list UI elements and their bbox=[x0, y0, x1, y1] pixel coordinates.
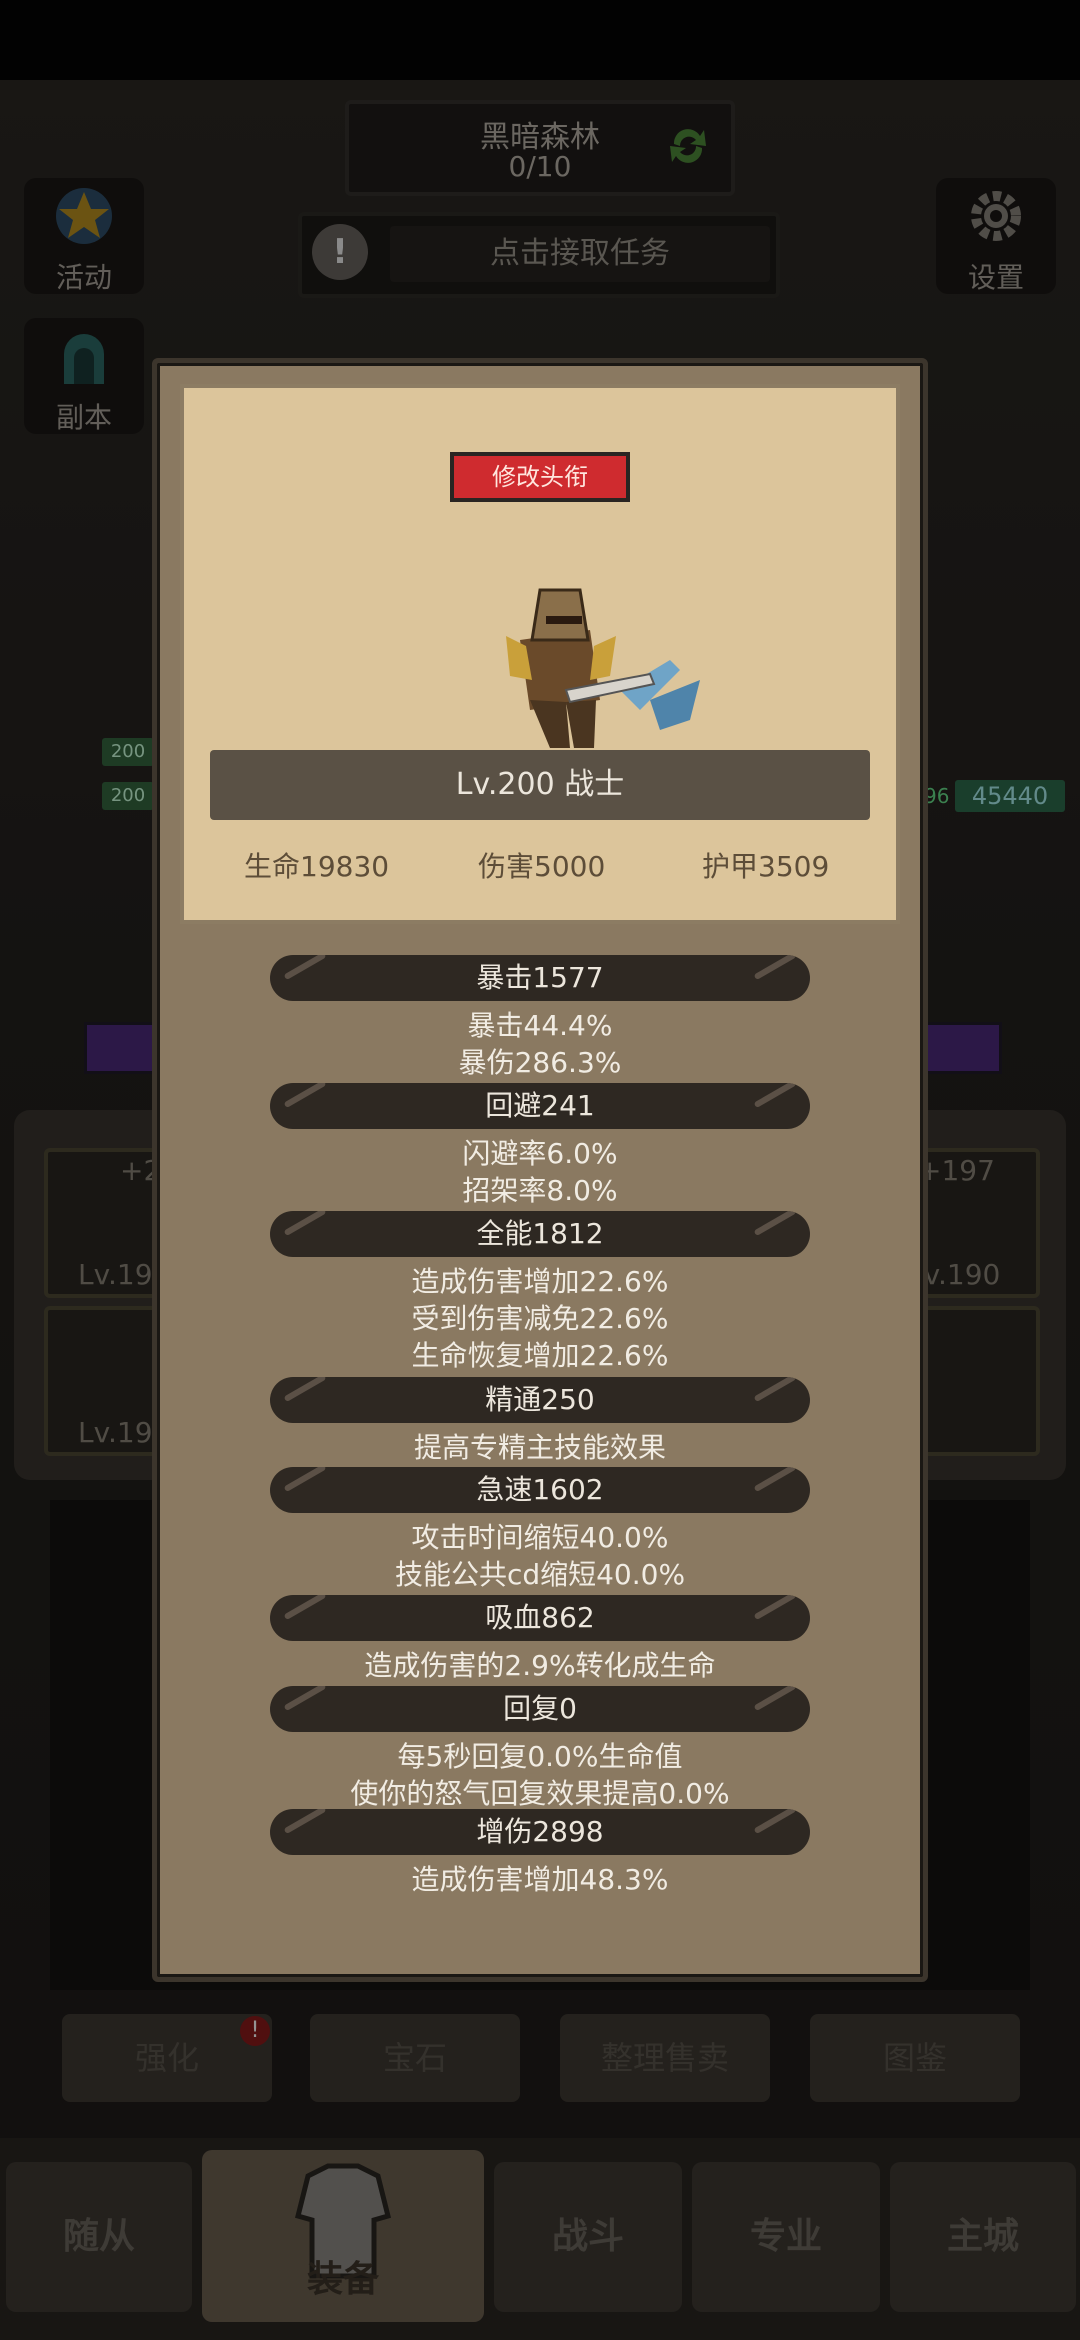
mastery-header: 精通250 bbox=[270, 1377, 810, 1423]
haste-header: 急速1602 bbox=[270, 1467, 810, 1513]
stat-detail: 招架率8.0% bbox=[462, 1174, 618, 1207]
stat-detail: 受到伤害减免22.6% bbox=[411, 1302, 669, 1335]
lifesteal-header: 吸血862 bbox=[270, 1595, 810, 1641]
evasion-header: 回避241 bbox=[270, 1083, 810, 1129]
armor-stat: 护甲3509 bbox=[702, 850, 830, 883]
versatility-header: 全能1812 bbox=[270, 1211, 810, 1257]
stat-detail: 闪避率6.0% bbox=[462, 1137, 618, 1170]
stat-detail: 暴击44.4% bbox=[467, 1009, 613, 1042]
hp-stat: 生命19830 bbox=[244, 850, 390, 883]
hero-name-banner: Lv.200 战士 bbox=[210, 750, 870, 820]
stat-detail: 生命恢复增加22.6% bbox=[411, 1339, 669, 1372]
stat-detail: 技能公共cd缩短40.0% bbox=[394, 1558, 686, 1591]
damage-stat: 伤害5000 bbox=[478, 850, 606, 883]
crit-header: 暴击1577 bbox=[270, 955, 810, 1001]
stat-detail: 造成伤害增加22.6% bbox=[411, 1265, 669, 1298]
stat-detail: 造成伤害增加48.3% bbox=[411, 1863, 669, 1896]
stat-detail: 每5秒回复0.0%生命值 bbox=[397, 1740, 683, 1773]
change-title-button[interactable]: 修改头衔 bbox=[450, 452, 630, 502]
warrior-avatar bbox=[506, 588, 700, 748]
stat-detail: 攻击时间缩短40.0% bbox=[411, 1521, 669, 1554]
stat-detail: 使你的怒气回复效果提高0.0% bbox=[350, 1777, 730, 1810]
stat-detail: 暴伤286.3% bbox=[458, 1046, 622, 1079]
regen-header: 回复0 bbox=[270, 1686, 810, 1732]
stat-detail: 提高专精主技能效果 bbox=[413, 1431, 666, 1464]
damage-bonus-header: 增伤2898 bbox=[270, 1809, 810, 1855]
stat-detail: 造成伤害的2.9%转化成生命 bbox=[364, 1649, 716, 1682]
